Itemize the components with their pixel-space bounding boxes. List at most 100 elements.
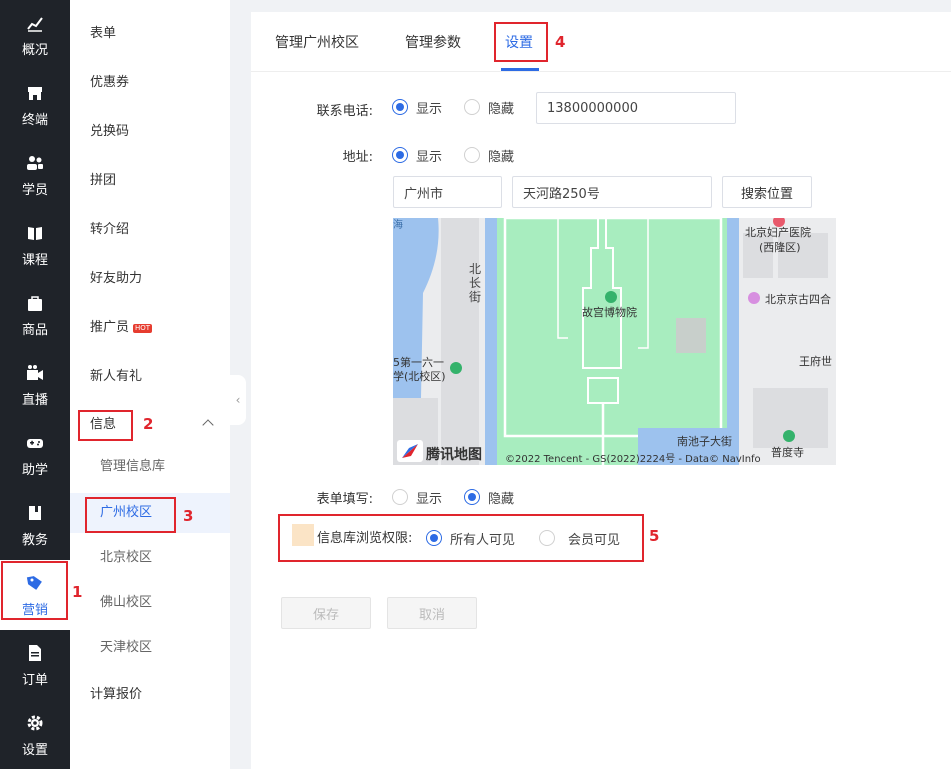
submenu-item-group-buy[interactable]: 拼团 [70,166,230,196]
form-fill-hide-text: 隐藏 [488,492,515,507]
highlight-box-marketing [1,561,68,620]
submenu-child-beijing[interactable]: 北京校区 [70,543,230,573]
sub-menu: 表单 优惠券 兑换码 拼团 转介绍 好友助力 推广员 HOT 新人有礼 信息 管理… [70,0,230,769]
cancel-button[interactable]: 取消 [387,597,477,629]
nav-item-overview[interactable]: 概况 [0,0,70,70]
map-label-street: 北长街 [469,262,482,304]
nav-item-live[interactable]: 直播 [0,350,70,420]
annotation-number: 3 [183,507,194,525]
map-label-hutong: 北京京古四合 [765,293,831,306]
store-icon [25,83,45,103]
gamepad-icon [25,433,45,453]
bag-icon [25,293,45,313]
nav-label: 直播 [21,392,48,408]
form-fill-hide-radio[interactable] [464,489,480,505]
nav-item-study[interactable]: 助学 [0,420,70,490]
form-fill-show-radio[interactable] [392,489,408,505]
hot-badge: HOT [133,324,153,333]
annotation-number: 1 [72,583,83,601]
nav-label: 助学 [21,462,48,478]
map-label-district: (西隆区) [759,241,801,254]
nav-label: 设置 [21,742,48,758]
form-fill-label: 表单填写: [316,492,373,507]
phone-hide-text: 隐藏 [488,102,515,117]
chart-icon [25,13,45,33]
submenu-child-manage-info[interactable]: 管理信息库 [70,452,230,482]
phone-input[interactable] [536,92,736,124]
nav-label: 学员 [21,182,48,198]
street-input[interactable] [512,176,712,208]
book-icon [25,223,45,243]
submenu-item-form[interactable]: 表单 [70,19,230,49]
phone-hide-radio[interactable] [464,99,480,115]
tab-manage-params[interactable]: 管理参数 [405,32,461,52]
map-label-hospital: 北京妇产医院 [745,226,811,239]
map-label-school-line2: 学(北校区) [393,370,446,383]
submenu-child-foshan[interactable]: 佛山校区 [70,588,230,618]
phone-label: 联系电话: [316,104,373,119]
nav-item-settings[interactable]: 设置 [0,700,70,769]
map-label-temple: 普度寺 [771,446,804,459]
nav-label: 教务 [21,532,48,548]
address-label: 地址: [342,150,373,165]
city-input[interactable] [393,176,502,208]
chevron-up-icon [202,419,214,431]
nav-label: 课程 [21,252,48,268]
map-canvas [393,218,836,465]
submenu-item-quote[interactable]: 计算报价 [70,680,230,710]
highlight-box-permission [278,514,644,562]
nav-item-academic[interactable]: 教务 [0,490,70,560]
tab-manage-guangzhou[interactable]: 管理广州校区 [275,32,359,52]
notebook-icon [25,503,45,523]
collapse-handle[interactable]: ‹ [230,375,246,425]
map-label-museum: 故宫博物院 [582,306,637,319]
chevron-left-icon: ‹ [235,393,241,407]
highlight-box-guangzhou [85,497,176,533]
document-icon [25,643,45,663]
nav-item-orders[interactable]: 订单 [0,630,70,700]
nav-item-terminal[interactable]: 终端 [0,70,70,140]
save-button[interactable]: 保存 [281,597,371,629]
map-label-wangfu: 王府世 [799,355,832,368]
submenu-item-redeem-code[interactable]: 兑换码 [70,117,230,147]
map-label-nanchizi: 南池子大街 [677,435,732,448]
nav-item-students[interactable]: 学员 [0,140,70,210]
map-copyright: ©2022 Tencent - GS(2022)2224号 - Data© Na… [505,454,761,465]
tab-bar: 管理广州校区 管理参数 设置 [251,12,951,72]
highlight-box-settings-tab [494,22,548,62]
map-label-corner: 海 [393,220,403,231]
address-hide-text: 隐藏 [488,150,515,165]
nav-label: 订单 [21,672,48,688]
submenu-item-new-user-gift[interactable]: 新人有礼 [70,362,230,392]
nav-label: 概况 [21,42,48,58]
address-hide-radio[interactable] [464,147,480,163]
nav-item-courses[interactable]: 课程 [0,210,70,280]
form-fill-show-text: 显示 [416,492,443,507]
submenu-item-promoter[interactable]: 推广员 HOT [70,313,230,343]
nav-label: 终端 [21,112,48,128]
gear-icon [25,713,45,733]
annotation-number: 2 [143,415,154,433]
annotation-number: 4 [555,33,566,51]
map-brand: 腾讯地图 [426,447,482,463]
phone-show-radio[interactable] [392,99,408,115]
submenu-item-coupon[interactable]: 优惠券 [70,68,230,98]
main-panel: 管理广州校区 管理参数 设置 联系电话: 显示 隐藏 地址: 显示 隐藏 搜索位… [251,12,951,769]
submenu-item-referral[interactable]: 转介绍 [70,215,230,245]
address-show-text: 显示 [416,150,443,165]
address-show-radio[interactable] [392,147,408,163]
nav-label: 商品 [21,322,48,338]
nav-item-products[interactable]: 商品 [0,280,70,350]
submenu-label: 推广员 [90,320,130,335]
submenu-item-friend-help[interactable]: 好友助力 [70,264,230,294]
highlight-box-info [78,410,133,441]
video-icon [25,363,45,383]
search-location-button[interactable]: 搜索位置 [722,176,812,208]
submenu-child-tianjin[interactable]: 天津校区 [70,633,230,663]
tab-active-indicator [501,68,539,71]
main-nav: 概况 终端 学员 课程 商品 直播 助学 教务 营销 订单 设置 [0,0,70,769]
annotation-number: 5 [649,527,660,545]
location-map[interactable]: 北京妇产医院 (西隆区) 北京京古四合 北长街 故宫博物院 5第一六一 学(北校… [393,218,836,465]
users-icon [25,153,45,173]
phone-show-text: 显示 [416,102,443,117]
